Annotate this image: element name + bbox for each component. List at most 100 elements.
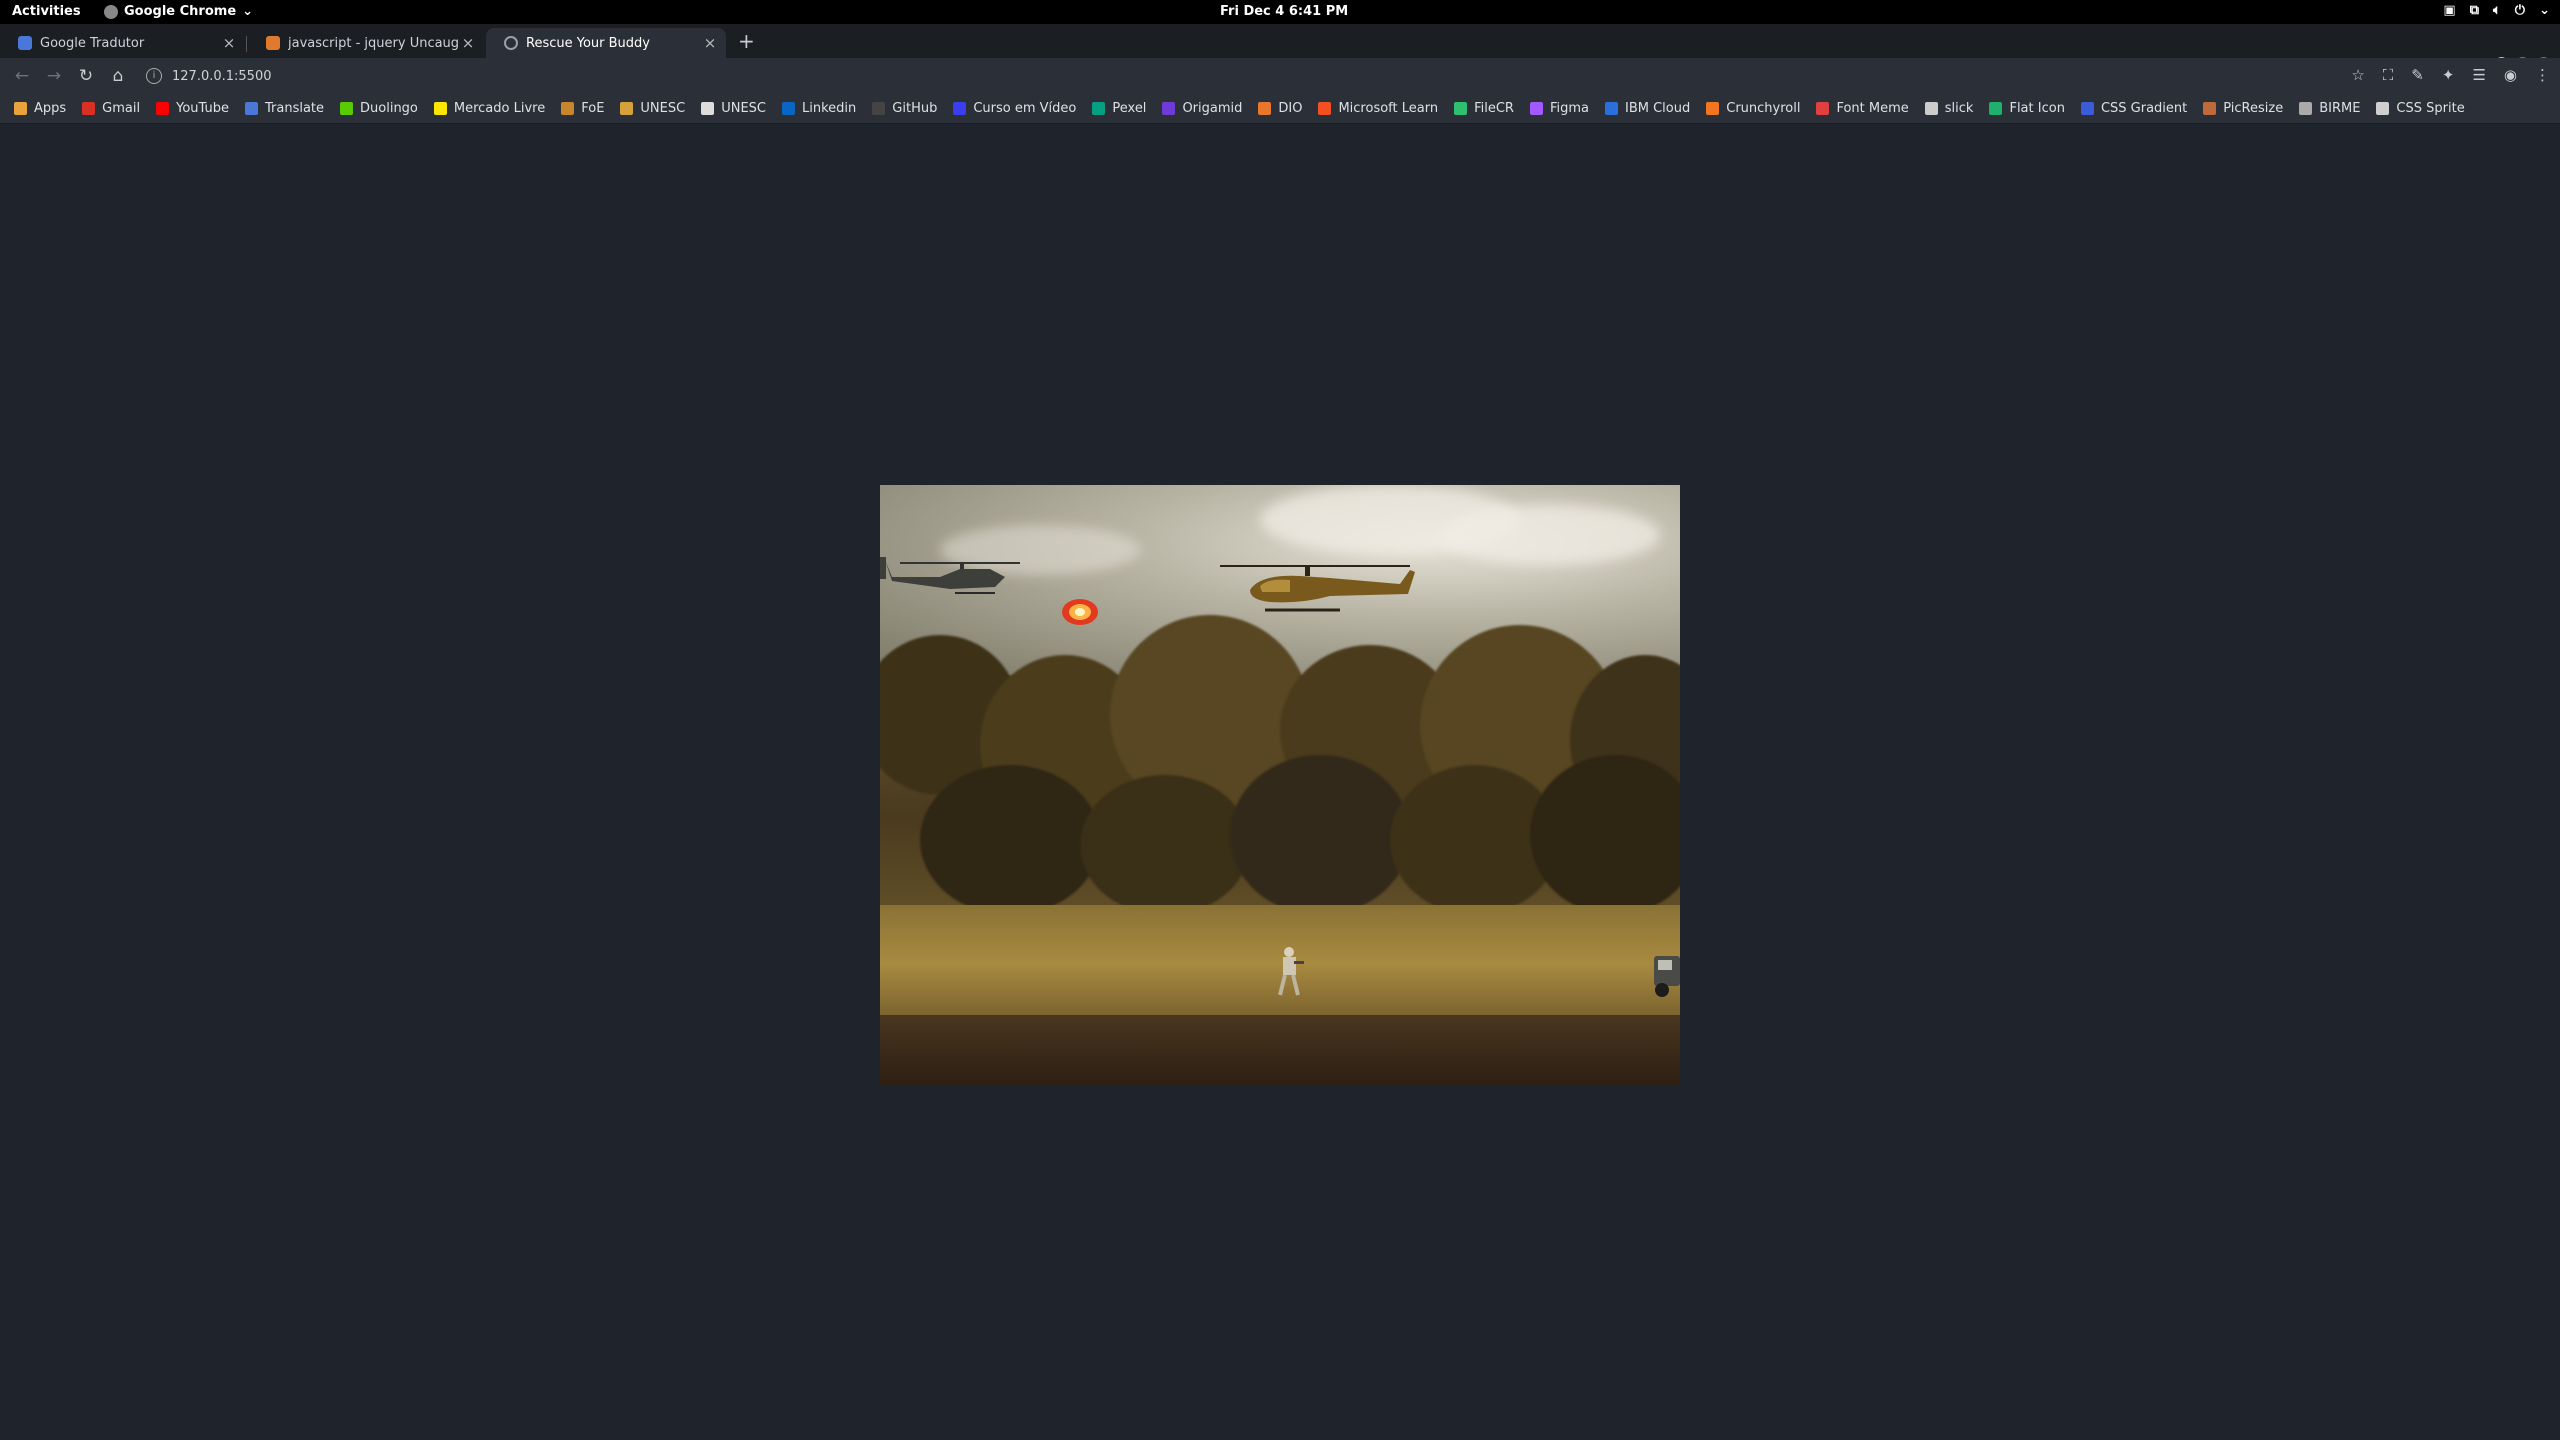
bookmark-star-icon[interactable]: ☆ bbox=[2351, 66, 2364, 84]
bookmark-item[interactable]: Pexel bbox=[1092, 101, 1146, 116]
bookmark-favicon-icon bbox=[1529, 102, 1543, 115]
bookmark-item[interactable]: UNESC bbox=[701, 101, 766, 116]
bookmark-item[interactable]: Origamid bbox=[1162, 101, 1242, 116]
bookmark-item[interactable]: Duolingo bbox=[340, 101, 418, 116]
bookmark-item[interactable]: UNESC bbox=[620, 101, 685, 116]
bookmark-favicon-icon bbox=[2080, 102, 2094, 115]
extensions-puzzle-icon[interactable]: ✦ bbox=[2442, 66, 2455, 84]
tab-title: Google Tradutor bbox=[40, 35, 145, 51]
google-translate-icon bbox=[18, 36, 32, 50]
bookmark-favicon-icon bbox=[1318, 102, 1332, 115]
bookmark-label: CSS Sprite bbox=[2396, 101, 2465, 116]
tab-google-tradutor[interactable]: Google Tradutor × bbox=[0, 28, 245, 58]
bookmark-label: Apps bbox=[34, 101, 67, 116]
muzzle-blast bbox=[1062, 599, 1098, 625]
new-tab-button[interactable]: + bbox=[738, 29, 755, 53]
bookmark-item[interactable]: Mercado Livre bbox=[433, 101, 546, 116]
bookmark-item[interactable]: FoE bbox=[561, 101, 604, 116]
bookmark-item[interactable]: Apps bbox=[14, 101, 66, 116]
forest bbox=[880, 615, 1680, 945]
bookmark-item[interactable]: IBM Cloud bbox=[1605, 101, 1690, 116]
bookmark-label: slick bbox=[1944, 101, 1974, 116]
bookmark-label: Translate bbox=[264, 101, 325, 116]
bookmark-item[interactable]: Microsoft Learn bbox=[1318, 101, 1438, 116]
game-canvas[interactable] bbox=[880, 485, 1680, 1085]
power-icon[interactable]: ⏻ bbox=[2515, 3, 2525, 18]
bookmark-item[interactable]: Figma bbox=[1529, 101, 1589, 116]
app-menu[interactable]: Google Chrome ⌄ bbox=[104, 4, 253, 19]
bookmarks-bar: Apps Gmail YouTube Translate Duolingo Mercado… bbox=[0, 94, 2560, 124]
address-bar[interactable]: i 127.0.0.1:5500 bbox=[146, 64, 272, 88]
site-info-icon[interactable]: i bbox=[146, 68, 162, 84]
tab-title: javascript - jquery Uncaught bbox=[288, 35, 458, 51]
back-button[interactable]: ← bbox=[6, 66, 38, 86]
bookmark-favicon-icon bbox=[2299, 102, 2313, 115]
profile-avatar[interactable]: ◉ bbox=[2504, 66, 2517, 84]
notification-icon[interactable]: ▣ bbox=[2443, 3, 2455, 18]
network-icon[interactable]: ⧉ bbox=[2470, 3, 2479, 18]
tab-strip: Google Tradutor × javascript - jquery Un… bbox=[0, 24, 2560, 70]
bookmark-favicon-icon bbox=[82, 102, 96, 115]
bookmark-favicon-icon bbox=[1816, 102, 1830, 115]
close-icon[interactable]: × bbox=[458, 34, 478, 52]
bookmark-label: PicResize bbox=[2223, 101, 2284, 116]
bookmark-item[interactable]: Translate bbox=[244, 101, 325, 116]
soldier-character bbox=[1278, 947, 1304, 996]
bookmark-favicon-icon bbox=[14, 102, 27, 115]
bookmark-item[interactable]: YouTube bbox=[156, 101, 229, 116]
menu-kebab-icon[interactable]: ⋮ bbox=[2535, 66, 2550, 84]
bookmark-item[interactable]: FileCR bbox=[1454, 101, 1514, 116]
reload-button[interactable]: ↻ bbox=[70, 66, 102, 86]
close-icon[interactable]: × bbox=[219, 34, 239, 52]
bookmark-label: Mercado Livre bbox=[453, 101, 546, 116]
bookmark-favicon-icon bbox=[1162, 102, 1176, 115]
ground bbox=[880, 1015, 1680, 1085]
bookmark-favicon-icon bbox=[244, 102, 258, 115]
bookmark-favicon-icon bbox=[561, 102, 575, 115]
bookmark-favicon-icon bbox=[2203, 102, 2217, 115]
bookmark-item[interactable]: DIO bbox=[1258, 101, 1302, 116]
bookmark-item[interactable]: Font Meme bbox=[1816, 101, 1909, 116]
bookmark-label: Linkedin bbox=[802, 101, 857, 116]
close-icon[interactable]: × bbox=[700, 34, 720, 52]
bookmark-label: DIO bbox=[1278, 101, 1303, 116]
bookmark-label: Curso em Vídeo bbox=[973, 101, 1077, 116]
bookmark-item[interactable]: Flat Icon bbox=[1989, 101, 2065, 116]
bookmark-label: CSS Gradient bbox=[2100, 101, 2188, 116]
screenshot-icon[interactable]: ⛶ bbox=[2383, 66, 2394, 84]
bookmark-item[interactable]: GitHub bbox=[872, 101, 937, 116]
extension-icon[interactable]: ✎ bbox=[2411, 66, 2424, 84]
clock[interactable]: Fri Dec 4 6:41 PM bbox=[1220, 4, 1348, 19]
bookmark-label: Crunchyroll bbox=[1726, 101, 1801, 116]
bookmark-favicon-icon bbox=[782, 102, 796, 115]
bookmark-item[interactable]: Curso em Vídeo bbox=[953, 101, 1076, 116]
bookmark-label: Font Meme bbox=[1836, 101, 1909, 116]
chevron-down-icon[interactable]: ⌄ bbox=[2539, 3, 2550, 18]
bookmark-favicon-icon bbox=[1706, 102, 1720, 115]
home-button[interactable]: ⌂ bbox=[102, 66, 134, 86]
bookmark-item[interactable]: Crunchyroll bbox=[1706, 101, 1800, 116]
volume-icon[interactable]: 🔈︎ bbox=[2493, 3, 2501, 18]
bookmark-label: FileCR bbox=[1474, 101, 1514, 116]
bookmark-item[interactable]: Linkedin bbox=[782, 101, 856, 116]
bookmark-favicon-icon bbox=[1092, 102, 1106, 115]
reading-list-icon[interactable]: ☰ bbox=[2472, 66, 2485, 84]
bookmark-favicon-icon bbox=[340, 102, 354, 115]
bookmark-item[interactable]: Gmail bbox=[82, 101, 140, 116]
stackoverflow-icon bbox=[266, 36, 280, 50]
bookmark-label: Flat Icon bbox=[2009, 101, 2065, 116]
system-tray[interactable]: ▣ ⧉ 🔈︎ ⏻ ⌄ bbox=[2443, 3, 2550, 18]
tab-rescue-your-buddy[interactable]: Rescue Your Buddy × bbox=[486, 28, 726, 58]
bookmark-item[interactable]: slick bbox=[1924, 101, 1974, 116]
forward-button[interactable]: → bbox=[38, 66, 70, 86]
bookmark-item[interactable]: PicResize bbox=[2203, 101, 2283, 116]
bookmark-item[interactable]: BIRME bbox=[2299, 101, 2360, 116]
enemy-helicopter bbox=[880, 557, 1020, 594]
tab-jquery[interactable]: javascript - jquery Uncaught × bbox=[248, 28, 484, 58]
bookmark-item[interactable]: CSS Sprite bbox=[2376, 101, 2465, 116]
bookmark-item[interactable]: CSS Gradient bbox=[2080, 101, 2188, 116]
activities-button[interactable]: Activities bbox=[12, 4, 81, 19]
bookmark-favicon-icon bbox=[953, 102, 967, 115]
url-text: 127.0.0.1:5500 bbox=[172, 68, 272, 84]
bookmark-favicon-icon bbox=[620, 102, 634, 115]
